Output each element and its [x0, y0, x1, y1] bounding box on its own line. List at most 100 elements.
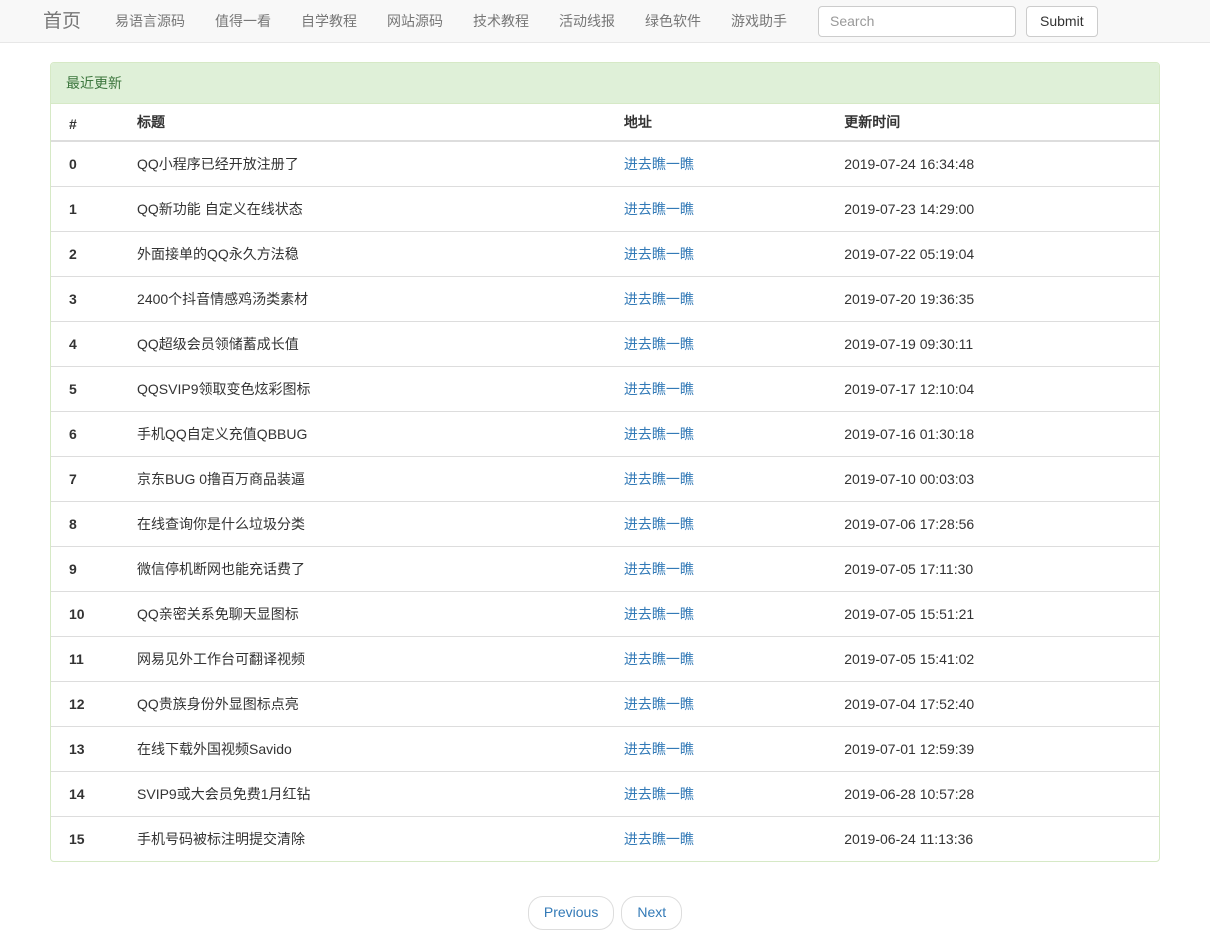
row-link[interactable]: 进去瞧一瞧: [624, 561, 694, 577]
cell-time: 2019-07-10 00:03:03: [844, 457, 1159, 502]
table-row: 1QQ新功能 自定义在线状态进去瞧一瞧2019-07-23 14:29:00: [51, 187, 1159, 232]
table-row: 9微信停机断网也能充话费了进去瞧一瞧 2019-07-05 17:11:30: [51, 547, 1159, 592]
sidebar-item-self-study[interactable]: 自学教程: [286, 13, 372, 29]
row-link[interactable]: 进去瞧一瞧: [624, 651, 694, 667]
table-row: 4QQ超级会员领储蓄成长值进去瞧一瞧2019-07-19 09:30:11: [51, 322, 1159, 367]
cell-address: 进去瞧一瞧: [624, 772, 844, 817]
row-link[interactable]: 进去瞧一瞧: [624, 471, 694, 487]
cell-title: 京东BUG 0撸百万商品装逼: [137, 457, 624, 502]
pagination-item: Previous: [528, 896, 614, 930]
cell-title: 手机号码被标注明提交清除: [137, 817, 624, 862]
nav-list-item: 游戏助手: [716, 13, 802, 29]
row-link[interactable]: 进去瞧一瞧: [624, 786, 694, 802]
sidebar-item-activity-news[interactable]: 活动线报: [544, 13, 630, 29]
cell-time: 2019-07-05 15:41:02: [844, 637, 1159, 682]
cell-address: 进去瞧一瞧: [624, 457, 844, 502]
cell-time: 2019-07-05 17:11:30: [844, 547, 1159, 592]
cell-title: 在线查询你是什么垃圾分类: [137, 502, 624, 547]
cell-address: 进去瞧一瞧: [624, 232, 844, 277]
cell-title: QQ小程序已经开放注册了: [137, 141, 624, 187]
table-row: 2外面接单的QQ永久方法稳进去瞧一瞧2019-07-22 05:19:04: [51, 232, 1159, 277]
cell-title: QQ新功能 自定义在线状态: [137, 187, 624, 232]
row-link[interactable]: 进去瞧一瞧: [624, 201, 694, 217]
cell-address: 进去瞧一瞧: [624, 277, 844, 322]
row-link[interactable]: 进去瞧一瞧: [624, 741, 694, 757]
cell-title: QQ亲密关系免聊天显图标: [137, 592, 624, 637]
cell-index: 10: [51, 592, 137, 637]
panel-title: 最近更新: [51, 63, 1159, 104]
nav-list-item: 技术教程: [458, 13, 544, 29]
pagination: Previous Next: [528, 896, 682, 930]
column-header-time: 更新时间: [844, 104, 1159, 141]
row-link[interactable]: 进去瞧一瞧: [624, 336, 694, 352]
sidebar-item-website-source[interactable]: 网站源码: [372, 13, 458, 29]
row-link[interactable]: 进去瞧一瞧: [624, 291, 694, 307]
pagination-container: Previous Next: [50, 896, 1160, 930]
nav-list-item: 活动线报: [544, 13, 630, 29]
cell-title: 微信停机断网也能充话费了: [137, 547, 624, 592]
cell-index: 1: [51, 187, 137, 232]
search-input[interactable]: [818, 6, 1016, 37]
cell-address: 进去瞧一瞧: [624, 412, 844, 457]
cell-index: 8: [51, 502, 137, 547]
table-row: 13在线下载外国视频Savido进去瞧一瞧2019-07-01 12:59:39: [51, 727, 1159, 772]
cell-index: 12: [51, 682, 137, 727]
cell-address: 进去瞧一瞧: [624, 187, 844, 232]
cell-address: 进去瞧一瞧: [624, 727, 844, 772]
row-link[interactable]: 进去瞧一瞧: [624, 246, 694, 262]
sidebar-item-green-software[interactable]: 绿色软件: [630, 13, 716, 29]
nav-brand-home[interactable]: 首页: [28, 12, 96, 31]
sidebar-item-worth-seeing[interactable]: 值得一看: [200, 13, 286, 29]
row-link[interactable]: 进去瞧一瞧: [624, 696, 694, 712]
table-head: # 标题 地址 更新时间: [51, 104, 1159, 141]
row-link[interactable]: 进去瞧一瞧: [624, 426, 694, 442]
nav-menu: 易语言源码 值得一看 自学教程 网站源码 技术教程 活动线报 绿色软件 游戏助手: [100, 13, 802, 29]
cell-time: 2019-07-06 17:28:56: [844, 502, 1159, 547]
cell-index: 3: [51, 277, 137, 322]
cell-time: 2019-07-22 05:19:04: [844, 232, 1159, 277]
cell-time: 2019-07-16 01:30:18: [844, 412, 1159, 457]
cell-index: 14: [51, 772, 137, 817]
cell-address: 进去瞧一瞧: [624, 322, 844, 367]
cell-title: 手机QQ自定义充值QBBUG: [137, 412, 624, 457]
cell-index: 2: [51, 232, 137, 277]
cell-time: 2019-07-17 12:10:04: [844, 367, 1159, 412]
cell-title: 网易见外工作台可翻译视频: [137, 637, 624, 682]
panel-body: # 标题 地址 更新时间 0QQ小程序已经开放注册了进去瞧一瞧2019-07-2…: [51, 104, 1159, 861]
cell-title: 在线下载外国视频Savido: [137, 727, 624, 772]
row-link[interactable]: 进去瞧一瞧: [624, 156, 694, 172]
cell-title: QQ超级会员领储蓄成长值: [137, 322, 624, 367]
table-row: 15手机号码被标注明提交清除进去瞧一瞧2019-06-24 11:13:36: [51, 817, 1159, 862]
cell-index: 6: [51, 412, 137, 457]
top-navbar: 首页 易语言源码 值得一看 自学教程 网站源码 技术教程 活动线报 绿色软件 游…: [0, 0, 1210, 43]
table-row: 8在线查询你是什么垃圾分类进去瞧一瞧 2019-07-06 17:28:56: [51, 502, 1159, 547]
nav-list-item: 网站源码: [372, 13, 458, 29]
next-button[interactable]: Next: [621, 896, 682, 930]
table-header-row: # 标题 地址 更新时间: [51, 104, 1159, 141]
cell-title: QQSVIP9领取变色炫彩图标: [137, 367, 624, 412]
table-row: 12QQ贵族身份外显图标点亮进去瞧一瞧2019-07-04 17:52:40: [51, 682, 1159, 727]
cell-time: 2019-06-24 11:13:36: [844, 817, 1159, 862]
cell-index: 13: [51, 727, 137, 772]
cell-time: 2019-07-04 17:52:40: [844, 682, 1159, 727]
previous-button[interactable]: Previous: [528, 896, 614, 930]
table-row: 10QQ亲密关系免聊天显图标进去瞧一瞧2019-07-05 15:51:21: [51, 592, 1159, 637]
cell-address: 进去瞧一瞧: [624, 502, 844, 547]
row-link[interactable]: 进去瞧一瞧: [624, 516, 694, 532]
column-header-address: 地址: [624, 104, 844, 141]
cell-index: 7: [51, 457, 137, 502]
row-link[interactable]: 进去瞧一瞧: [624, 381, 694, 397]
row-link[interactable]: 进去瞧一瞧: [624, 831, 694, 847]
sidebar-item-tech-tutorial[interactable]: 技术教程: [458, 13, 544, 29]
row-link[interactable]: 进去瞧一瞧: [624, 606, 694, 622]
cell-index: 4: [51, 322, 137, 367]
sidebar-item-yi-source[interactable]: 易语言源码: [100, 13, 200, 29]
submit-button[interactable]: Submit: [1026, 6, 1098, 37]
cell-address: 进去瞧一瞧: [624, 637, 844, 682]
cell-index: 0: [51, 141, 137, 187]
sidebar-item-game-helper[interactable]: 游戏助手: [716, 13, 802, 29]
table-row: 11网易见外工作台可翻译视频进去瞧一瞧2019-07-05 15:41:02: [51, 637, 1159, 682]
cell-index: 9: [51, 547, 137, 592]
table-row: 14SVIP9或大会员免费1月红钻进去瞧一瞧2019-06-28 10:57:2…: [51, 772, 1159, 817]
cell-address: 进去瞧一瞧: [624, 682, 844, 727]
